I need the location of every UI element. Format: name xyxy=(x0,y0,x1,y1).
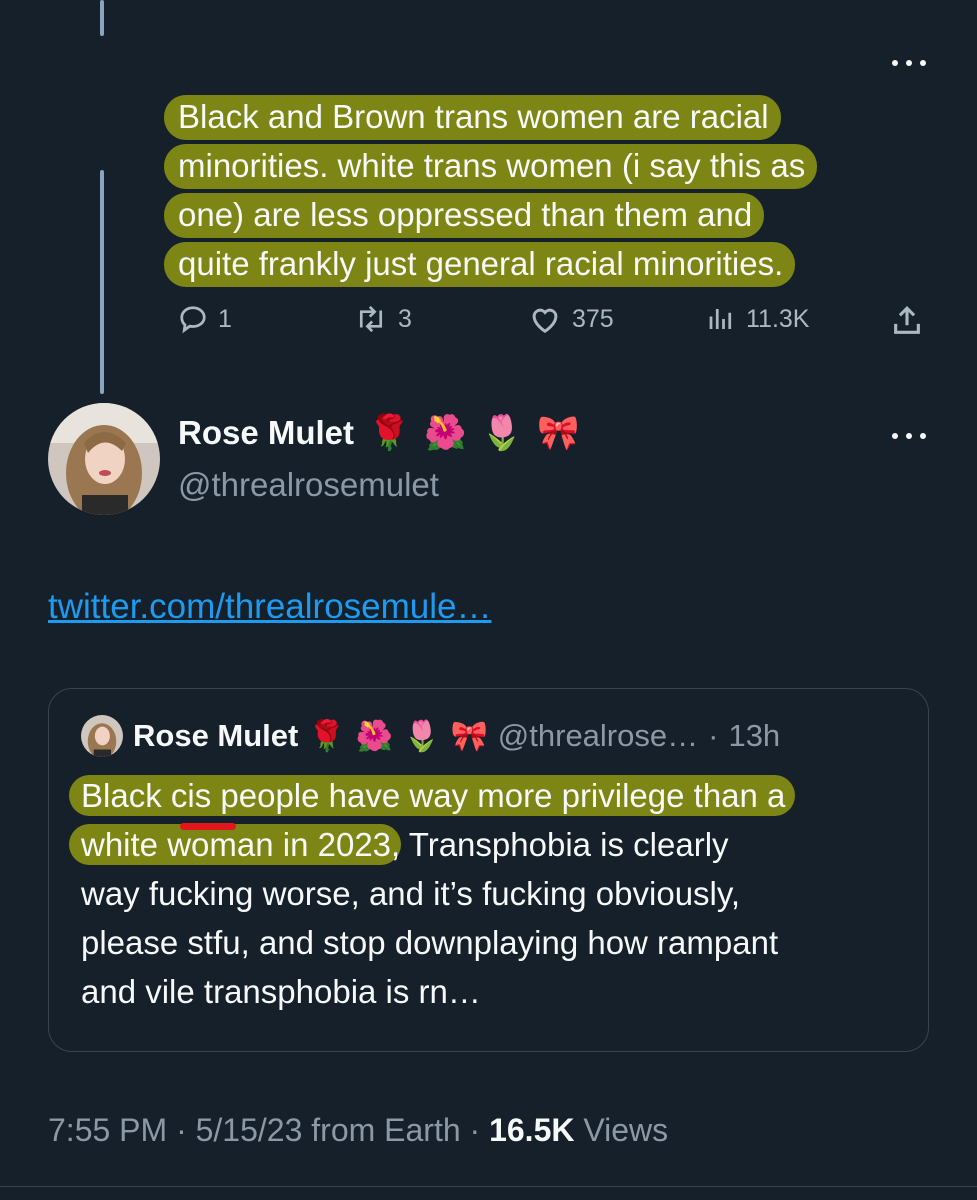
ribbon-emoji: 🎀 xyxy=(450,719,488,753)
reply-count: 1 xyxy=(218,304,232,333)
retweet-icon xyxy=(359,305,383,333)
rose-emoji: 🌹 xyxy=(308,719,346,753)
avatar-image xyxy=(48,403,160,515)
quoted-avatar xyxy=(81,715,123,757)
retweet-count: 3 xyxy=(398,304,412,333)
quoted-author-name: Rose Mulet xyxy=(133,718,299,753)
avatar[interactable] xyxy=(48,403,160,515)
more-icon-dot xyxy=(906,60,912,66)
tweet-text-line: quite frankly just general racial minori… xyxy=(163,239,796,288)
author-name: Rose Mulet xyxy=(178,414,355,451)
more-icon-dot xyxy=(920,433,926,439)
quoted-tweet-card[interactable]: Rose Mulet 🌹 🌺 🌷 🎀 @threalrose… · 13h Bl… xyxy=(48,688,929,1052)
highlighted-text: white woman in 2023 xyxy=(81,826,392,863)
rose-emoji: 🌹 xyxy=(368,414,411,452)
text-line: way fucking worse, and it’s fucking obvi… xyxy=(81,875,741,912)
quoted-tweet-text: Black cis people have way more privilege… xyxy=(81,771,911,1016)
views-count: 11.3K xyxy=(746,304,810,333)
tweet-metadata: 7:55 PM · 5/15/23 from Earth · 16.5K Vie… xyxy=(48,1112,668,1149)
separator-dot: · xyxy=(708,718,719,753)
quoted-avatar-image xyxy=(81,715,123,757)
separator-dot: · xyxy=(469,1112,481,1148)
more-icon-dot xyxy=(906,433,912,439)
author-handle[interactable]: @threalrosemulet xyxy=(178,466,439,504)
text-segment: Black xyxy=(81,777,171,814)
tulip-emoji: 🌷 xyxy=(403,719,441,753)
more-options-button[interactable] xyxy=(892,58,926,68)
tweet-text-line: Black and Brown trans women are racial xyxy=(164,92,781,141)
thread-line-top xyxy=(100,0,104,36)
views-icon xyxy=(709,309,732,329)
quoted-time-ago: 13h xyxy=(728,718,781,753)
divider xyxy=(0,1186,977,1187)
tweet-action-bar: 1 3 375 11.3K xyxy=(178,304,928,344)
quoted-tweet-header: Rose Mulet 🌹 🌺 🌷 🎀 @threalrose… · 13h xyxy=(81,711,780,761)
share-button[interactable] xyxy=(890,304,924,338)
more-icon-dot xyxy=(892,433,898,439)
like-icon xyxy=(532,308,558,334)
views-label: Views xyxy=(583,1112,669,1148)
text-line: please stfu, and stop downplaying how ra… xyxy=(81,924,779,961)
ribbon-emoji: 🎀 xyxy=(537,414,580,452)
more-options-button[interactable] xyxy=(892,431,926,441)
retweet-button[interactable]: 3 xyxy=(354,304,412,334)
more-icon-dot xyxy=(920,60,926,66)
views-total: 16.5K xyxy=(489,1112,575,1148)
like-count: 375 xyxy=(572,304,614,333)
red-underline-mark xyxy=(180,823,236,830)
text-segment: people have way more privilege than a xyxy=(211,777,786,814)
tweet-time[interactable]: 7:55 PM xyxy=(48,1112,167,1148)
reply-button[interactable]: 1 xyxy=(178,304,232,334)
highlighted-text: Black cis people have way more privilege… xyxy=(81,777,785,814)
tweet-text-line: minorities. white trans women (i say thi… xyxy=(163,141,818,190)
cis-word: cis xyxy=(170,777,212,814)
reply-icon xyxy=(180,306,206,334)
like-button[interactable]: 375 xyxy=(528,304,614,334)
views-button[interactable]: 11.3K xyxy=(706,304,809,334)
tulip-emoji: 🌷 xyxy=(480,414,524,452)
more-icon-dot xyxy=(892,60,898,66)
hibiscus-emoji: 🌺 xyxy=(355,719,394,753)
text-line: and vile transphobia is rn… xyxy=(81,973,481,1010)
tweet-link[interactable]: twitter.com/threalrosemule… xyxy=(48,587,491,627)
tweet-text-line: one) are less oppressed than them and xyxy=(163,190,765,239)
separator-dot: · xyxy=(176,1112,187,1148)
reply-tweet-text: Black and Brown trans women are racial m… xyxy=(163,92,938,288)
author-name-row[interactable]: Rose Mulet 🌹 🌺 🌷 🎀 xyxy=(178,414,579,452)
thread-line-middle xyxy=(100,170,104,394)
share-icon xyxy=(894,306,920,334)
hibiscus-emoji: 🌺 xyxy=(424,414,467,452)
tweet-date-source: 5/15/23 from Earth xyxy=(195,1112,461,1148)
quoted-author-handle: @threalrose… xyxy=(497,718,699,753)
text-segment: , Transphobia is clearly xyxy=(391,826,729,863)
